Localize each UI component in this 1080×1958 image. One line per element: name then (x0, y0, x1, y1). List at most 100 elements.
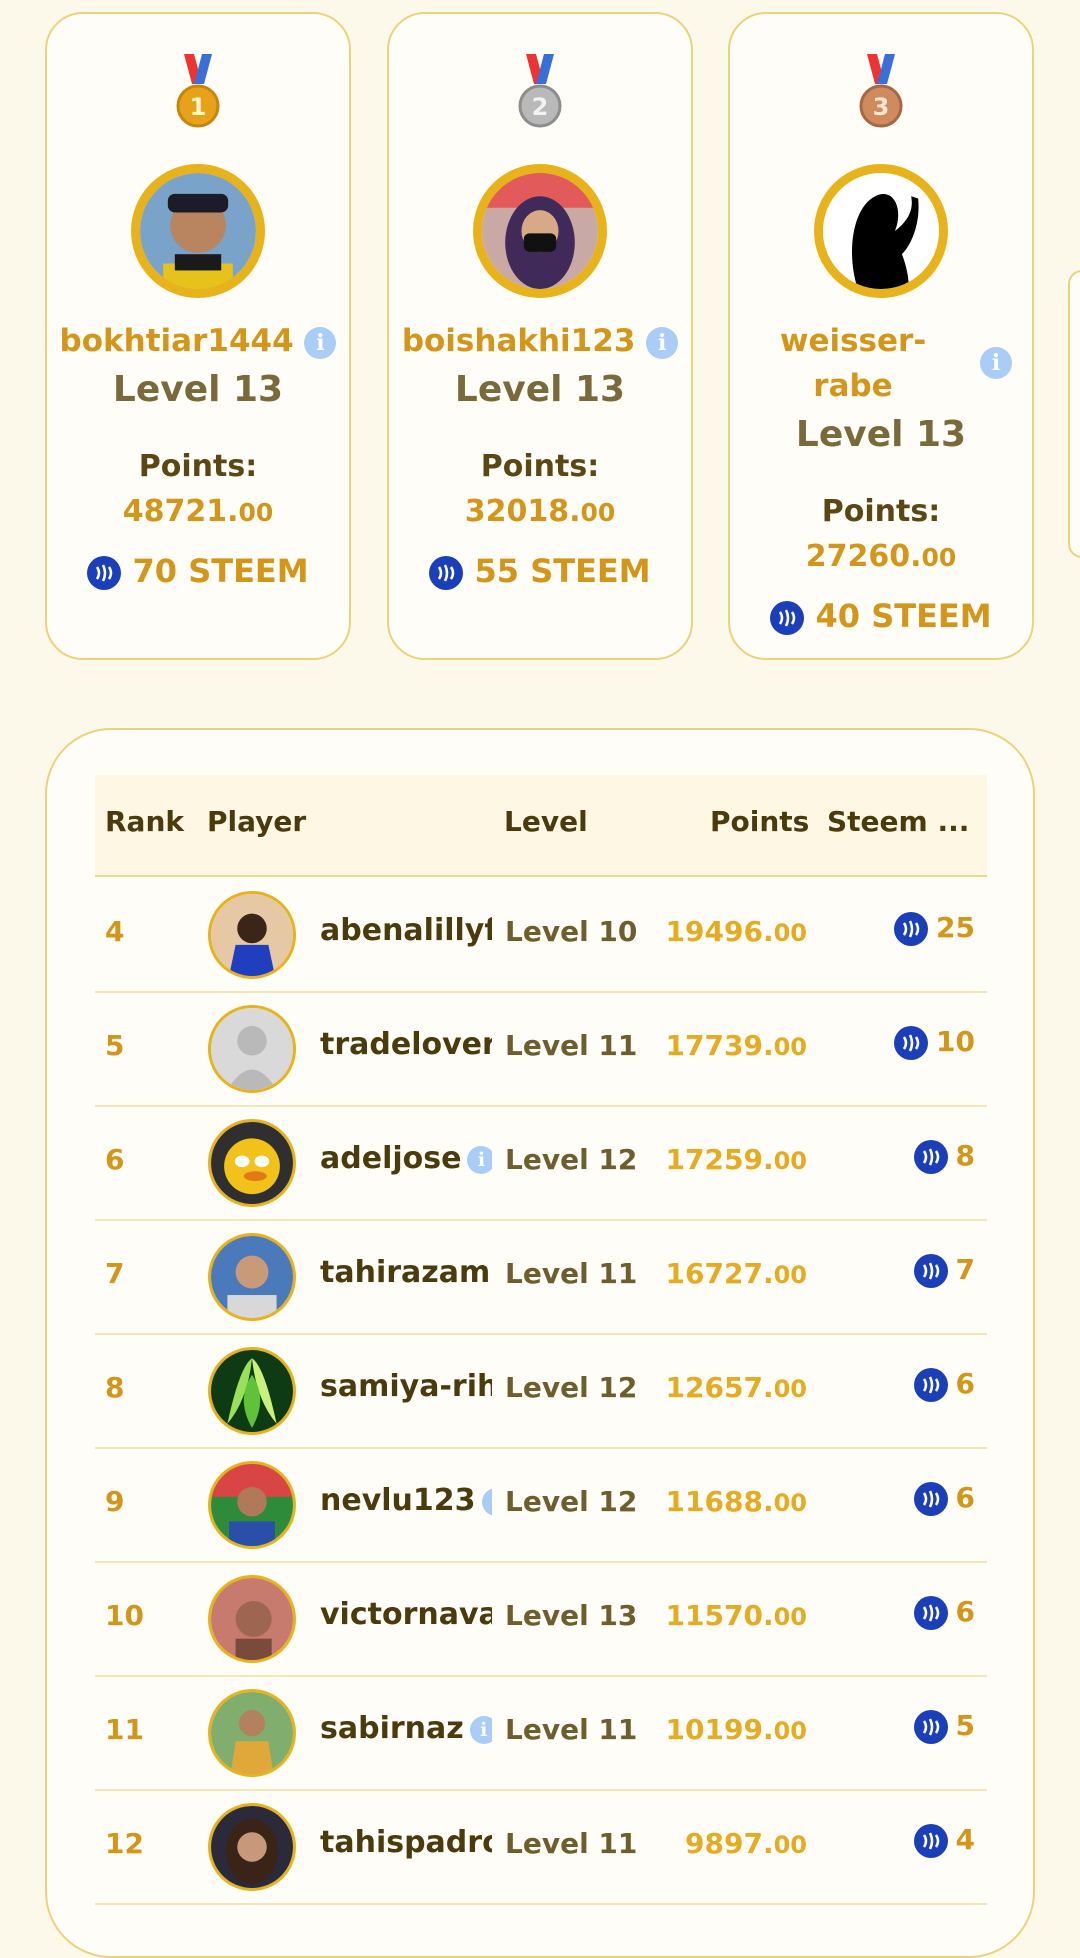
table-row[interactable]: 5 tradelover Level 11 17739.00 10 (95, 991, 987, 1107)
level-cell: Level 13 (505, 1599, 638, 1632)
avatar[interactable] (473, 164, 607, 298)
steem-cell: 7 (913, 1253, 975, 1288)
rank-cell: 6 (105, 1143, 125, 1176)
username-line-2[interactable]: rabe (730, 364, 976, 409)
rank-cell: 4 (105, 915, 125, 948)
username[interactable]: bokhtiar1444 (60, 323, 294, 359)
player-name[interactable]: boishakhi123 i (389, 319, 691, 363)
avatar[interactable] (208, 1575, 296, 1663)
steem-icon (894, 1026, 929, 1060)
level-cell: Level 11 (505, 1257, 638, 1290)
player-name[interactable]: tradelover (320, 1027, 492, 1062)
info-icon[interactable]: i (980, 347, 1012, 379)
table-row[interactable]: 11 sabirnaz i Level 11 10199.00 5 (95, 1675, 987, 1791)
rank-cell: 11 (105, 1713, 144, 1746)
player-name[interactable]: samiya-rih (320, 1369, 492, 1404)
username[interactable]: tahirazam (320, 1255, 490, 1290)
avatar[interactable] (208, 1461, 296, 1549)
player-name[interactable]: bokhtiar1444 i (47, 319, 349, 363)
avatar[interactable] (131, 164, 265, 298)
svg-text:3: 3 (873, 93, 890, 121)
steem-cell: 6 (913, 1481, 975, 1516)
username[interactable]: victornava (320, 1597, 492, 1632)
header-player[interactable]: Player (207, 805, 306, 838)
steem-icon (894, 912, 929, 946)
header-steem[interactable]: Steem ... (827, 805, 969, 838)
level-cell: Level 11 (505, 1713, 638, 1746)
player-name[interactable]: victornava (320, 1597, 492, 1632)
points-value: 48721.00 (122, 494, 274, 529)
avatar[interactable] (208, 1005, 296, 1093)
info-icon[interactable]: i (304, 326, 337, 359)
table-row[interactable]: 7 tahirazam Level 11 16727.00 7 (95, 1219, 987, 1335)
podium-card-2: 2 boishakhi123 i Level 13 Points: 32018.… (387, 12, 693, 660)
username-line-1[interactable]: weisser- (730, 319, 976, 364)
avatar[interactable] (208, 1233, 296, 1321)
player-name[interactable]: abenalillyf (320, 913, 492, 948)
steem-cell: 6 (913, 1367, 975, 1402)
steem-icon (770, 601, 805, 635)
steem-icon (429, 556, 464, 590)
username[interactable]: nevlu123 (320, 1483, 476, 1518)
player-name[interactable]: nevlu123i (320, 1483, 492, 1518)
rank-cell: 12 (105, 1827, 144, 1860)
steem-cell: 25 (894, 911, 975, 946)
player-name[interactable]: adeljose i (320, 1141, 492, 1176)
level-cell: Level 12 (505, 1371, 638, 1404)
username[interactable]: tradelover (320, 1027, 492, 1062)
table-row[interactable]: 4 abenalillyf Level 10 19496.00 25 (95, 877, 987, 993)
table-row[interactable]: 6 adeljose i Level 12 17259.00 8 (95, 1105, 987, 1221)
avatar[interactable] (208, 1119, 296, 1207)
avatar[interactable] (208, 1689, 296, 1777)
side-scroll-tab[interactable] (1068, 270, 1080, 558)
username[interactable]: abenalillyf (320, 913, 492, 948)
header-points[interactable]: Points (710, 805, 809, 838)
info-icon[interactable]: i (467, 1145, 492, 1174)
podium-card-1: 1 bokhtiar1444 i Level 13 Points: 48721.… (45, 12, 351, 660)
rank-cell: 7 (105, 1257, 125, 1290)
header-level[interactable]: Level (504, 805, 588, 838)
username[interactable]: tahispadro (320, 1825, 492, 1860)
player-name[interactable]: tahispadro (320, 1825, 492, 1860)
gold-medal-icon: 1 (176, 54, 220, 128)
steem-icon (913, 1140, 948, 1174)
table-row[interactable]: 8 samiya-rih Level 12 12657.00 6 (95, 1333, 987, 1449)
steem-icon (913, 1482, 948, 1516)
header-rank[interactable]: Rank (105, 805, 184, 838)
rank-cell: 10 (105, 1599, 144, 1632)
username[interactable]: adeljose (320, 1141, 461, 1176)
info-icon[interactable]: i (469, 1715, 492, 1744)
avatar[interactable] (208, 1803, 296, 1891)
steem-cell: 8 (913, 1139, 975, 1174)
info-icon[interactable]: i (481, 1487, 492, 1516)
points-cell: 11570.00 (665, 1599, 807, 1632)
rank-cell: 5 (105, 1029, 125, 1062)
points-cell: 16727.00 (665, 1257, 807, 1290)
bronze-medal-icon: 3 (859, 54, 903, 128)
avatar[interactable] (208, 891, 296, 979)
steem-icon (913, 1254, 948, 1288)
table-row[interactable]: 10 victornava Level 13 11570.00 6 (95, 1561, 987, 1677)
avatar[interactable] (208, 1347, 296, 1435)
level-cell: Level 10 (505, 915, 638, 948)
level-cell: Level 11 (505, 1827, 638, 1860)
table-header: Rank Player Level Points Steem ... (95, 775, 987, 877)
points-cell: 11688.00 (665, 1485, 807, 1518)
player-level: Level 13 (112, 369, 284, 410)
steem-icon (913, 1824, 948, 1858)
username[interactable]: sabirnaz (320, 1711, 464, 1746)
table-row[interactable]: 9 nevlu123i Level 12 11688.00 6 (95, 1447, 987, 1563)
steem-reward: 55 STEEM (389, 552, 691, 590)
player-name[interactable]: tahirazam (320, 1255, 492, 1290)
player-name[interactable]: weisser- rabe i (730, 319, 1032, 409)
points-label: Points: (480, 449, 600, 484)
username[interactable]: boishakhi123 (402, 323, 636, 359)
table-row[interactable]: 12 tahispadro Level 11 9897.00 4 (95, 1789, 987, 1905)
username[interactable]: samiya-rih (320, 1369, 492, 1404)
avatar[interactable] (814, 164, 948, 298)
svg-text:1: 1 (190, 93, 207, 121)
info-icon[interactable]: i (646, 326, 679, 359)
player-level: Level 13 (454, 369, 626, 410)
steem-cell: 5 (913, 1709, 975, 1744)
player-name[interactable]: sabirnaz i (320, 1711, 492, 1746)
